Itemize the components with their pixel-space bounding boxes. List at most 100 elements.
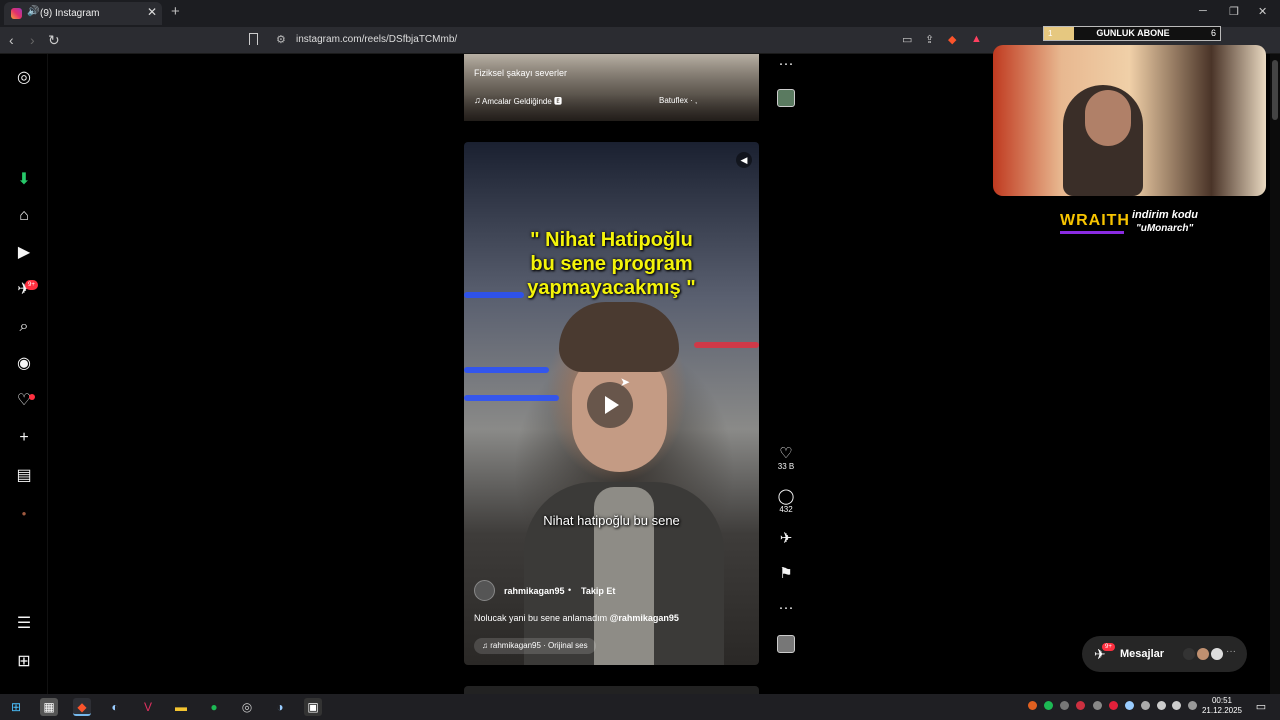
reel-caption[interactable]: Nolucak yani bu sene anlamadım @rahmikag… (474, 613, 679, 623)
volume-icon[interactable]: ◀ (736, 152, 752, 168)
profile-avatar[interactable]: ● (14, 504, 34, 524)
start-icon[interactable]: ⊞ (7, 698, 25, 716)
audio-playing-icon[interactable]: 🔊 (27, 6, 39, 17)
steam-alt-icon[interactable]: ◑ (271, 698, 289, 716)
sub-goal-bar: 1 GUNLUK ABONE 6 (1043, 26, 1221, 41)
like-count: 33 B (777, 462, 795, 471)
tray-icon[interactable] (1028, 701, 1037, 710)
app-icon[interactable]: V (139, 698, 157, 716)
browser-tab-bar: 🔊 (9) Instagram ✕ + ─ ❐ ✕ (0, 0, 1280, 27)
caption-mention[interactable]: @rahmikagan95 (610, 613, 679, 623)
notification-center-icon[interactable]: ▭ (1252, 698, 1270, 716)
share-icon[interactable]: ⇪ (925, 33, 934, 46)
tray-icon[interactable] (1109, 701, 1118, 710)
tray-icon[interactable] (1060, 701, 1069, 710)
contact-avatar (1182, 647, 1196, 661)
brave-rewards-icon[interactable]: ▲ (971, 33, 982, 45)
reel-shade (464, 54, 759, 121)
sponsor-underline (1060, 231, 1124, 234)
reload-icon[interactable]: ↻ (48, 32, 60, 49)
reels-icon[interactable]: ▶ (14, 243, 34, 263)
file-explorer-icon[interactable]: ▬ (172, 698, 190, 716)
title-line: " Nihat Hatipoğlu (530, 229, 693, 251)
previous-reel-music[interactable]: Amcalar Geldiğinde 🅴 (482, 96, 562, 107)
streamer-head (1085, 90, 1131, 146)
comment-icon: ◯ (777, 488, 795, 505)
previous-reel-more-button[interactable]: ··· (776, 56, 796, 72)
tab-instagram[interactable]: 🔊 (9) Instagram ✕ (4, 2, 162, 25)
spotify-icon[interactable]: ● (205, 698, 223, 716)
menu-icon[interactable]: ☰ (14, 614, 34, 634)
brave-taskbar-icon[interactable]: ◆ (73, 698, 91, 716)
page-scrollbar[interactable] (1270, 54, 1280, 694)
explore-icon[interactable]: ◉ (14, 354, 34, 374)
home-icon[interactable]: ⌂ (14, 206, 34, 226)
terminal-icon[interactable]: ▣ (304, 698, 322, 716)
create-icon[interactable]: + (14, 428, 34, 448)
steam-icon[interactable]: ◐ (106, 698, 124, 716)
tray-icon[interactable] (1141, 701, 1150, 710)
bookmark-save-icon: ⚑ (779, 565, 793, 582)
tray-icon[interactable] (1076, 701, 1085, 710)
minimize-button[interactable]: ─ (1199, 5, 1207, 17)
audio-thumbnail[interactable] (777, 635, 795, 653)
store-icon[interactable]: ▦ (40, 698, 58, 716)
caption-text: Nolucak yani bu sene anlamadım (474, 613, 610, 623)
save-button[interactable]: ⚑ (776, 566, 796, 582)
tray-spotify-icon[interactable] (1044, 701, 1053, 710)
send-icon: ✈ (779, 530, 793, 547)
messages-badge: 9+ (1102, 643, 1115, 651)
previous-reel-caption: Fiziksel şakayı severler (474, 68, 568, 78)
creator-avatar[interactable] (474, 580, 495, 601)
comment-count: 432 (779, 505, 793, 514)
chrome-icon[interactable]: ◎ (238, 698, 256, 716)
like-button[interactable]: ♡ 33 B (776, 445, 796, 472)
current-reel-video[interactable]: ◀ " Nihat Hatipoğlu bu sene program yapm… (464, 142, 759, 665)
next-reel[interactable] (464, 686, 759, 694)
restore-button[interactable]: ❐ (1229, 5, 1239, 18)
url-field[interactable]: instagram.com/reels/DSfbjaTCMmb/ (296, 34, 457, 45)
scrollbar-thumb[interactable] (1272, 60, 1278, 120)
contact-avatar (1210, 647, 1224, 661)
volume-tray-icon[interactable] (1172, 701, 1181, 710)
messages-label: Mesajlar (1120, 648, 1165, 660)
close-window-button[interactable]: ✕ (1258, 5, 1267, 18)
more-options-button[interactable]: ··· (776, 600, 796, 616)
download-icon[interactable]: ⬇ (14, 170, 34, 190)
music-note-icon: ♫ (474, 95, 481, 105)
microphone-icon[interactable] (1157, 701, 1166, 710)
audio-pill[interactable]: ♫ rahmikagan95 · Orijinal ses (474, 638, 596, 654)
back-icon[interactable]: ‹ (9, 32, 14, 48)
more-apps-icon[interactable]: ⊞ (14, 652, 34, 672)
search-icon[interactable]: ⌕ (14, 317, 34, 337)
instagram-favicon-icon (11, 8, 22, 19)
title-line: yapmayacakmış " (527, 277, 696, 299)
creator-username[interactable]: rahmikagan95 (504, 586, 565, 596)
previous-reel[interactable]: Fiziksel şakayı severler ♫ Amcalar Geldi… (464, 54, 759, 121)
cast-icon[interactable]: ▭ (902, 33, 912, 46)
brave-shields-icon[interactable]: ◆ (948, 33, 956, 46)
bookmark-icon[interactable] (249, 33, 258, 45)
share-button[interactable]: ✈ (776, 531, 796, 547)
instagram-logo-icon[interactable]: ◎ (14, 68, 34, 88)
previous-reel-audio-thumb[interactable] (777, 89, 795, 107)
more-icon: ··· (1226, 646, 1236, 657)
previous-reel-collab: Batuflex · , (659, 96, 698, 105)
more-icon: ··· (778, 599, 794, 616)
background-light (464, 395, 559, 401)
tray-icon[interactable] (1093, 701, 1102, 710)
new-tab-button[interactable]: + (171, 3, 180, 20)
site-info-icon[interactable]: ⚙ (276, 33, 286, 46)
comment-button[interactable]: ◯ 432 (776, 488, 796, 515)
new-activity-dot (29, 394, 35, 400)
tab-close-icon[interactable]: ✕ (147, 5, 157, 19)
messages-button[interactable]: ✈ 9+ Mesajlar ··· (1082, 636, 1247, 672)
follow-button[interactable]: Takip Et (581, 586, 615, 596)
insights-icon[interactable]: ▤ (14, 466, 34, 486)
heart-icon: ♡ (779, 445, 793, 462)
network-icon[interactable] (1188, 701, 1197, 710)
forward-icon[interactable]: › (30, 32, 35, 48)
system-clock[interactable]: 00:51 21.12.2025 (1198, 696, 1246, 716)
tray-icon[interactable] (1125, 701, 1134, 710)
contact-avatar (1196, 647, 1210, 661)
